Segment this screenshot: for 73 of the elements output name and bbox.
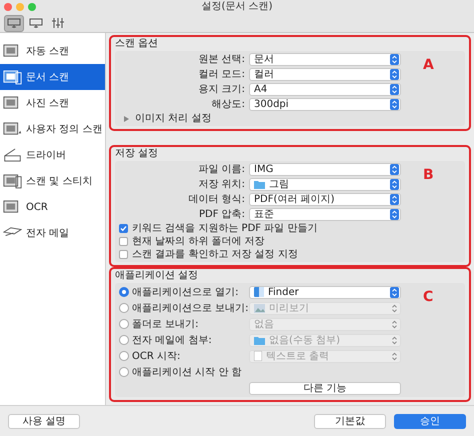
radio-button[interactable] xyxy=(119,351,129,361)
radio-option[interactable]: 전자 메일에 첨부: xyxy=(115,334,249,346)
field-label: 해상도: xyxy=(210,98,245,110)
stepper-icon xyxy=(390,69,399,80)
stepper-icon xyxy=(390,54,399,65)
minimize-button[interactable] xyxy=(16,3,24,11)
sliders-icon xyxy=(51,17,65,29)
stepper-icon xyxy=(390,318,399,330)
image-icon xyxy=(254,304,265,312)
disclosure-triangle-icon xyxy=(123,116,129,122)
field-label: 데이터 형식: xyxy=(187,194,245,206)
stepper-icon xyxy=(390,286,399,298)
radio-option[interactable]: 애플리케이션 시작 안 함 xyxy=(115,366,249,378)
section-title: 스캔 옵션 xyxy=(115,37,160,51)
footer-button[interactable]: 승인 xyxy=(394,414,466,428)
annotation-letter: A xyxy=(423,57,434,73)
check-icon xyxy=(120,225,127,232)
dropdown[interactable]: Finder xyxy=(249,286,401,298)
radio-button[interactable] xyxy=(119,367,129,377)
radio-option[interactable]: 애플리케이션으로 열기: xyxy=(115,286,249,298)
disclosure-toggle[interactable]: 이미지 처리 설정 xyxy=(115,112,212,125)
window-title: 설정(문서 스캔) xyxy=(202,1,272,13)
folder-icon xyxy=(254,180,265,189)
dropdown[interactable]: 컬러 xyxy=(249,68,401,81)
field-label: 용지 크기: xyxy=(197,84,245,96)
radio-button[interactable] xyxy=(119,319,129,329)
field-label: 원본 선택: xyxy=(197,54,245,66)
stepper-icon xyxy=(390,179,399,190)
checkbox[interactable] xyxy=(119,250,128,259)
zoom-button[interactable] xyxy=(28,3,36,11)
radio-button[interactable] xyxy=(119,335,129,345)
footer-button[interactable]: 기본값 xyxy=(314,414,386,428)
dropdown[interactable]: A4 xyxy=(249,83,401,96)
field-label: 저장 위치: xyxy=(197,178,245,190)
checkbox[interactable] xyxy=(119,237,128,246)
radio-option[interactable]: 폴더로 보내기: xyxy=(115,318,249,330)
field-label: PDF 압축: xyxy=(198,208,245,220)
stepper-icon xyxy=(390,194,399,205)
stepper-icon xyxy=(390,84,399,95)
scanner-tab[interactable] xyxy=(4,14,24,32)
footer-button[interactable]: 사용 설명 xyxy=(8,414,80,428)
radio-button[interactable] xyxy=(119,287,129,297)
radio-option[interactable]: 애플리케이션으로 보내기: xyxy=(115,302,249,314)
dropdown[interactable]: PDF(여러 페이지) xyxy=(249,193,401,206)
annotation-letter: C xyxy=(423,289,434,305)
dropdown[interactable]: 그림 xyxy=(249,178,401,191)
monitor-star-icon xyxy=(3,121,22,137)
annotation-letter: B xyxy=(423,167,434,183)
dropdown[interactable]: 표준 xyxy=(249,208,401,221)
section-title: 저장 설정 xyxy=(115,147,160,161)
radio-button[interactable] xyxy=(119,303,129,313)
checkbox[interactable] xyxy=(119,224,128,233)
stepper-icon xyxy=(390,99,399,110)
section-title: 애플리케이션 설정 xyxy=(115,269,200,283)
more-functions-button[interactable]: 다른 기능 xyxy=(249,382,401,394)
radio-option[interactable]: OCR 시작: xyxy=(115,350,249,362)
checkbox-option[interactable]: 키워드 검색을 지원하는 PDF 파일 만들기 xyxy=(115,222,318,235)
stepper-icon xyxy=(390,164,399,175)
dropdown[interactable]: 문서 xyxy=(249,53,401,66)
folder-icon xyxy=(254,336,265,344)
checkbox-option[interactable]: 현재 날짜의 하위 폴더에 저장 xyxy=(115,235,265,248)
dropdown[interactable]: IMG xyxy=(249,163,401,176)
close-button[interactable] xyxy=(4,3,12,11)
stepper-icon xyxy=(390,209,399,220)
sidebar-item[interactable]: 문서 스캔 xyxy=(0,64,105,90)
dropdown[interactable]: 300dpi xyxy=(249,98,401,111)
stepper-icon xyxy=(390,350,399,362)
checkbox-option[interactable]: 스캔 결과를 확인하고 저장 설정 지정 xyxy=(115,248,298,261)
field-label: 컬러 모드: xyxy=(197,68,245,80)
stepper-icon xyxy=(390,302,399,314)
field-label: 파일 이름: xyxy=(197,164,245,176)
pages-icon xyxy=(3,173,22,189)
stepper-icon xyxy=(390,334,399,346)
